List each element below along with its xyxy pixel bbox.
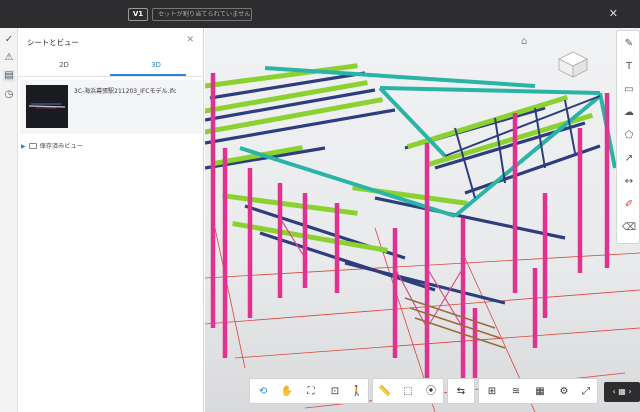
saved-views-row[interactable]: ▶ 保存済みビュー [21, 141, 83, 150]
version-badge[interactable]: V1 [128, 8, 148, 21]
model-file-name: 3C-海浜幕張駅211203_IFCモデル.ifc [74, 88, 177, 95]
first-person-icon[interactable]: 🚶 [349, 384, 365, 400]
pan-icon[interactable]: ✋ [279, 384, 295, 400]
sheets-views-panel: シートとビュー ✕ 2D 3D 3C-海浜幕張駅211203_IFCモデル.if… [18, 28, 204, 412]
measure-toolbar: 📏 ⬚ ⦿ [372, 378, 444, 404]
home-icon[interactable]: ⌂ [521, 36, 527, 47]
panel-close-icon[interactable]: ✕ [186, 35, 194, 45]
issues-check-icon[interactable]: ✓ [3, 34, 15, 46]
dimension-icon[interactable]: ↔ [621, 175, 637, 189]
sheets-icon[interactable]: ▤ [3, 70, 15, 82]
left-rail: ✓ ⚠ ▤ ◷ [0, 28, 18, 412]
panel-toggle[interactable]: ‹ ▦ › [604, 382, 640, 402]
orbit-icon[interactable]: ⟲ [255, 384, 271, 400]
properties-icon[interactable]: ▦ [532, 384, 548, 400]
text-icon[interactable]: T [621, 60, 637, 74]
panel-title: シートとビュー [27, 38, 79, 47]
top-bar: V1 セットが割り当てられていません ✕ [0, 0, 640, 28]
bim-model-render [205, 63, 640, 412]
caret-right-icon: ▶ [21, 143, 26, 150]
folder-icon [28, 143, 37, 149]
zoom-window-icon[interactable]: ⊡ [327, 384, 343, 400]
tab-2d[interactable]: 2D [18, 61, 110, 75]
set-selector[interactable]: セットが割り当てられていません [152, 8, 252, 21]
settings-icon[interactable]: ⚙ [556, 384, 572, 400]
chevron-left-icon[interactable]: ‹ [612, 387, 615, 396]
tab-divider [18, 76, 204, 77]
navigation-toolbar: ⟲ ✋ ⛶ ⊡ 🚶 [249, 378, 369, 404]
view-cube-icon[interactable] [557, 50, 589, 78]
layers-icon[interactable]: ≋ [508, 384, 524, 400]
warning-icon[interactable]: ⚠ [3, 52, 15, 64]
pen-icon[interactable]: ✐ [621, 198, 637, 212]
tab-3d[interactable]: 3D [110, 61, 202, 75]
close-icon[interactable]: ✕ [609, 8, 618, 19]
section-box-icon[interactable]: ⬚ [400, 384, 416, 400]
history-icon[interactable]: ◷ [3, 89, 15, 101]
markup-icon[interactable]: ✎ [621, 37, 637, 51]
settings-toolbar: ⊞ ≋ ▦ ⚙ ⤢ [478, 378, 598, 404]
model-card[interactable]: 3C-海浜幕張駅211203_IFCモデル.ifc [20, 80, 202, 134]
fullscreen-icon[interactable]: ⤢ [578, 384, 594, 400]
eraser-icon[interactable]: ⌫ [621, 221, 637, 235]
markup-toolbar: ✎ T ▭ ☁ ⬠ ↗ ↔ ✐ ⌫ [616, 30, 640, 244]
model-viewport[interactable] [205, 28, 640, 412]
grid-icon[interactable]: ▦ [618, 387, 626, 396]
chevron-right-icon[interactable]: › [628, 387, 631, 396]
arrow-icon[interactable]: ↗ [621, 152, 637, 166]
measure-icon[interactable]: 📏 [377, 384, 393, 400]
model-thumbnail [26, 85, 68, 128]
callout-icon[interactable]: ▭ [621, 83, 637, 97]
sync-icon[interactable]: ⇆ [453, 384, 469, 400]
explode-icon[interactable]: ⦿ [423, 384, 439, 400]
sync-toolbar: ⇆ [447, 378, 475, 404]
cloud-icon[interactable]: ☁ [621, 106, 637, 120]
model-browser-icon[interactable]: ⊞ [484, 384, 500, 400]
polygon-icon[interactable]: ⬠ [621, 129, 637, 143]
saved-views-label: 保存済みビュー [39, 143, 83, 150]
fit-icon[interactable]: ⛶ [303, 384, 319, 400]
